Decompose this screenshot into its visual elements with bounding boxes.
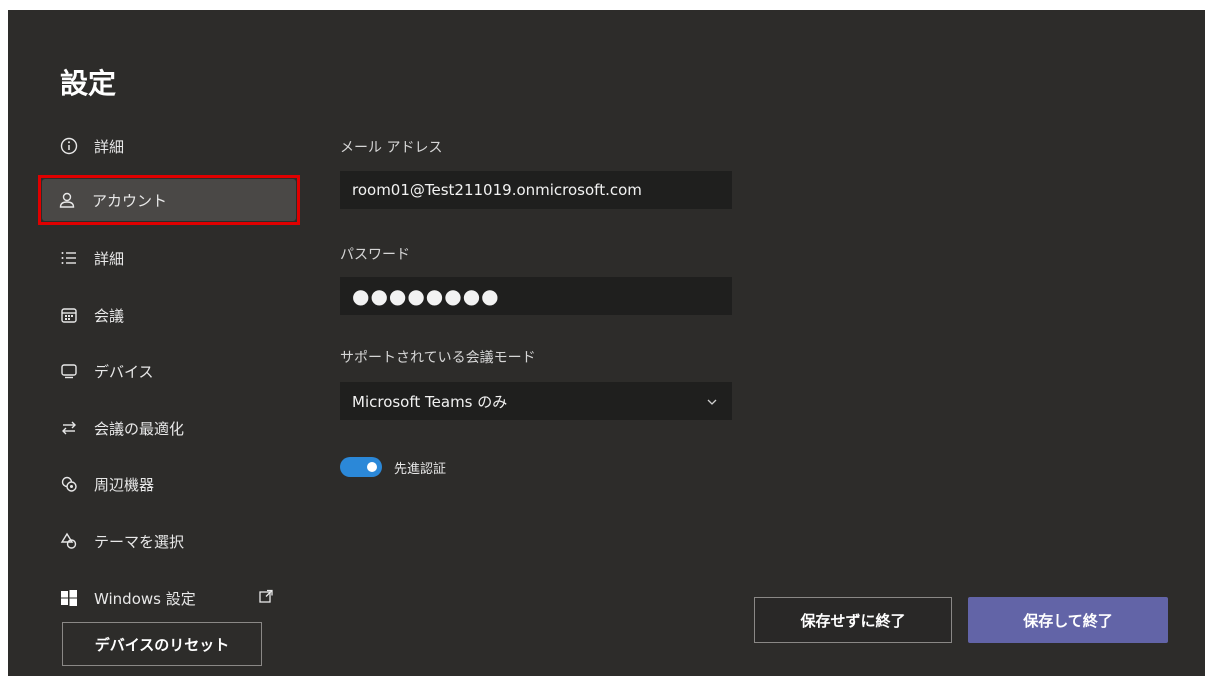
nav-item-label: 周辺機器 [94,475,155,494]
list-icon [58,247,80,269]
nav-item-label: デバイス [94,362,154,381]
nav-item-details-list[interactable]: 詳細 [44,236,300,280]
calendar-icon [58,304,80,326]
meeting-mode-select[interactable]: Microsoft Teams のみ [340,382,732,420]
nav-item-details[interactable]: 詳細 [44,124,300,168]
chevron-down-icon [706,392,718,410]
nav-item-label: 会議 [94,306,125,325]
password-value: ●●●●●●●● [352,284,500,308]
password-label: パスワード [340,247,410,263]
email-value: room01@Test211019.onmicrosoft.com [352,181,642,199]
nav-item-meeting-optimization[interactable]: 会議の最適化 [44,406,300,450]
meeting-mode-value: Microsoft Teams のみ [352,392,508,411]
shapes-icon [58,530,80,552]
page-title: 設定 [60,67,117,100]
nav-item-label: Windows 設定 [94,589,196,608]
save-and-exit-button[interactable]: 保存して終了 [968,597,1168,643]
external-link-icon[interactable] [258,589,274,609]
info-icon [58,135,80,157]
email-label: メール アドレス [340,140,443,156]
monitor-icon [58,360,80,382]
peripherals-icon [58,473,80,495]
nav-item-label: テーマを選択 [94,532,185,551]
nav-item-theme[interactable]: テーマを選択 [44,519,300,563]
nav-item-label: 会議の最適化 [94,419,185,438]
modern-auth-toggle[interactable] [340,457,382,477]
nav-item-label: 詳細 [94,137,125,156]
nav-item-meetings[interactable]: 会議 [44,293,300,337]
reset-device-button[interactable]: デバイスのリセット [62,622,262,666]
toggle-knob [367,462,377,472]
nav-item-label: 詳細 [94,249,125,268]
swap-arrows-icon [58,417,80,439]
nav-item-devices[interactable]: デバイス [44,349,300,393]
password-field[interactable]: ●●●●●●●● [340,277,732,315]
windows-logo-icon [58,587,80,609]
nav-item-peripherals[interactable]: 周辺機器 [44,462,300,506]
selection-highlight [38,175,300,225]
meeting-mode-label: サポートされている会議モード [340,350,536,366]
modern-auth-label: 先進認証 [394,462,447,477]
email-field[interactable]: room01@Test211019.onmicrosoft.com [340,171,732,209]
exit-without-save-button[interactable]: 保存せずに終了 [754,597,952,643]
